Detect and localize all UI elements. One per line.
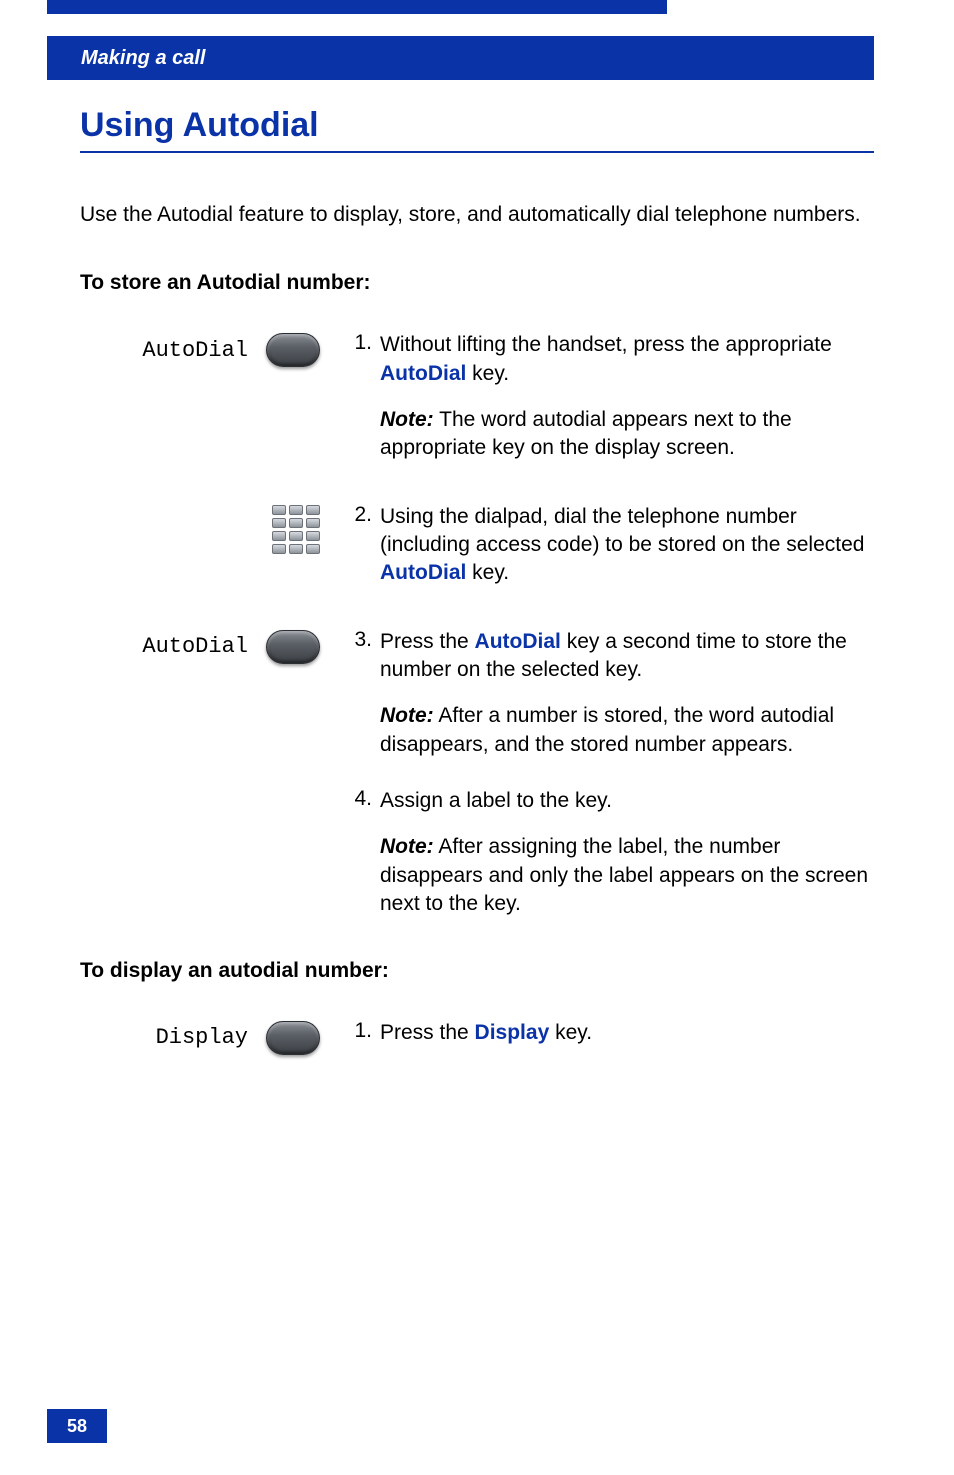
page-title: Using Autodial [80,106,874,153]
step-number: 1. [350,1019,380,1055]
step-text: Using the dialpad, dial the telephone nu… [380,503,874,588]
keyword-autodial: AutoDial [380,362,466,385]
softkey-button-icon [266,333,320,367]
dialpad-icon [272,505,320,554]
keyword-autodial: AutoDial [380,561,466,584]
display-heading: To display an autodial number: [80,959,874,983]
dialpad-illustration [80,503,350,588]
page-number: 58 [47,1409,107,1443]
keyword-display: Display [475,1021,550,1044]
store-step-1: AutoDial 1. Without lifting the handset,… [80,331,874,462]
softkey-button-icon [266,1021,320,1055]
key-illustration: AutoDial [80,628,350,759]
display-step-1: Display 1. Press the Display key. [80,1019,874,1055]
step-text: Assign a label to the key. Note: After a… [380,787,874,918]
store-heading: To store an Autodial number: [80,271,874,295]
store-step-4: 4. Assign a label to the key. Note: Afte… [80,787,874,918]
note-label: Note: [380,835,434,858]
step-number: 3. [350,628,380,759]
section-header: Making a call [47,36,874,80]
store-step-2: 2. Using the dialpad, dial the telephone… [80,503,874,588]
step-number: 4. [350,787,380,918]
intro-text: Use the Autodial feature to display, sto… [80,201,874,229]
step-number: 1. [350,331,380,462]
softkey-label: Display [156,1025,248,1050]
top-accent-bar [47,0,667,14]
content: Using Autodial Use the Autodial feature … [80,106,874,1095]
softkey-label: AutoDial [142,634,248,659]
step-text: Without lifting the handset, press the a… [380,331,874,462]
step-number: 2. [350,503,380,588]
step-text: Press the Display key. [380,1019,874,1055]
page: Making a call Using Autodial Use the Aut… [0,0,954,1475]
softkey-label: AutoDial [142,338,248,363]
keyword-autodial: AutoDial [475,630,561,653]
empty-illustration [80,787,350,918]
note-label: Note: [380,408,434,431]
key-illustration: Display [80,1019,350,1055]
store-step-3: AutoDial 3. Press the AutoDial key a sec… [80,628,874,759]
key-illustration: AutoDial [80,331,350,462]
note-label: Note: [380,704,434,727]
section-title: Making a call [81,47,206,70]
softkey-button-icon [266,630,320,664]
step-text: Press the AutoDial key a second time to … [380,628,874,759]
